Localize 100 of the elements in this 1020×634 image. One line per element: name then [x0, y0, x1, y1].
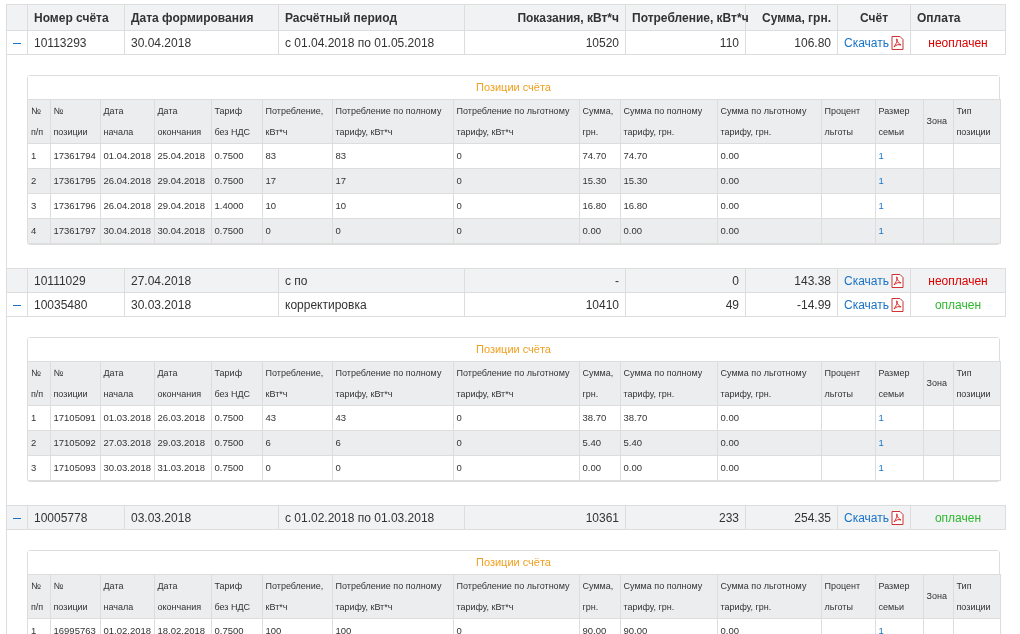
- family-size-link[interactable]: 1: [875, 455, 923, 481]
- column-header: № п/п: [28, 99, 50, 144]
- table-cell: 38.70: [620, 405, 717, 431]
- table-cell: 6: [332, 430, 453, 456]
- column-header: Тип позиции: [953, 574, 1000, 619]
- table-cell: 0.7500: [211, 218, 262, 244]
- table-cell: 0: [262, 218, 332, 244]
- table-cell: 10: [332, 193, 453, 219]
- table-cell: 0.00: [717, 455, 821, 481]
- table-cell: 0.00: [579, 218, 620, 244]
- column-header: Потребление, кВт*ч: [262, 99, 332, 144]
- table-cell: 254.35: [745, 505, 838, 530]
- column-header: № позиции: [50, 574, 100, 619]
- table-cell: 17105091: [50, 405, 100, 431]
- table-cell: 0: [453, 405, 579, 431]
- table-cell: 15.30: [579, 168, 620, 194]
- table-cell: 0: [453, 143, 579, 169]
- column-header: Номер счёта: [27, 4, 125, 31]
- column-header: Сумма по полному тарифу, грн.: [620, 99, 717, 144]
- family-size-link[interactable]: 1: [875, 430, 923, 456]
- column-header: Дата начала: [100, 574, 154, 619]
- table-cell: 01.04.2018: [100, 143, 154, 169]
- payment-status: неоплачен: [928, 273, 988, 288]
- collapse-icon[interactable]: [13, 517, 21, 520]
- table-cell: 43: [332, 405, 453, 431]
- table-cell: 0.00: [620, 218, 717, 244]
- table-cell: 38.70: [579, 405, 620, 431]
- table-cell: 1.4000: [211, 193, 262, 219]
- column-header: Оплата: [910, 4, 1006, 31]
- column-header: № п/п: [28, 361, 50, 406]
- column-header: № п/п: [28, 574, 50, 619]
- table-cell: 10520: [464, 30, 626, 55]
- table-cell: 43: [262, 405, 332, 431]
- table-cell: 1: [28, 618, 50, 634]
- table-cell: 10113293: [27, 30, 125, 55]
- table-cell: 17361795: [50, 168, 100, 194]
- table-cell: 0: [453, 193, 579, 219]
- table-cell: 0.00: [717, 193, 821, 219]
- family-size-link[interactable]: 1: [875, 405, 923, 431]
- collapse-icon[interactable]: [13, 42, 21, 45]
- table-cell: 26.04.2018: [100, 168, 154, 194]
- table-cell: -14.99: [745, 292, 838, 317]
- table-cell: 6: [262, 430, 332, 456]
- table-cell: 0: [453, 430, 579, 456]
- table-cell: 74.70: [579, 143, 620, 169]
- column-header: Процент льготы: [821, 99, 875, 144]
- table-cell: 30.03.2018: [100, 455, 154, 481]
- column-header: Размер семьи: [875, 574, 923, 619]
- family-size-link[interactable]: 1: [875, 218, 923, 244]
- column-header: Счёт: [837, 4, 911, 31]
- pdf-file-icon: [891, 510, 904, 525]
- payment-status: неоплачен: [928, 35, 988, 50]
- table-cell: 30.03.2018: [124, 292, 279, 317]
- table-cell: 0: [453, 455, 579, 481]
- table-cell: 74.70: [620, 143, 717, 169]
- column-header: Тариф без НДС: [211, 99, 262, 144]
- table-cell: 110: [625, 30, 746, 55]
- column-header: Сумма по полному тарифу, грн.: [620, 361, 717, 406]
- column-header: Тариф без НДС: [211, 574, 262, 619]
- column-header: Сумма, грн.: [579, 361, 620, 406]
- table-cell: 15.30: [620, 168, 717, 194]
- column-header: Сумма по льготному тарифу, грн.: [717, 361, 821, 406]
- table-cell: 16.80: [579, 193, 620, 219]
- column-header: Дата начала: [100, 99, 154, 144]
- column-header: Потребление, кВт*ч: [262, 574, 332, 619]
- table-cell: 10005778: [27, 505, 125, 530]
- column-header: Сумма, грн.: [579, 99, 620, 144]
- column-header: Процент льготы: [821, 361, 875, 406]
- table-cell: 1: [28, 405, 50, 431]
- table-cell: 106.80: [745, 30, 838, 55]
- collapse-icon[interactable]: [13, 304, 21, 307]
- payment-status: оплачен: [934, 297, 982, 312]
- column-header: Тип позиции: [953, 361, 1000, 406]
- column-header: Тип позиции: [953, 99, 1000, 144]
- table-cell: 3: [28, 193, 50, 219]
- table-cell: 0: [332, 455, 453, 481]
- column-header: Дата окончания: [154, 361, 211, 406]
- column-header: Процент льготы: [821, 574, 875, 619]
- table-cell: 10361: [464, 505, 626, 530]
- table-cell: 3: [28, 455, 50, 481]
- table-cell: 0.00: [579, 455, 620, 481]
- table-cell: 27.03.2018: [100, 430, 154, 456]
- table-cell: 0.7500: [211, 430, 262, 456]
- column-header: Зона: [923, 574, 953, 619]
- table-cell: 83: [332, 143, 453, 169]
- family-size-link[interactable]: 1: [875, 168, 923, 194]
- column-header: Показания, кВт*ч: [464, 4, 626, 31]
- table-cell: 10111029: [27, 268, 125, 293]
- table-cell: 26.04.2018: [100, 193, 154, 219]
- table-cell: -: [464, 268, 626, 293]
- family-size-link[interactable]: 1: [875, 143, 923, 169]
- family-size-link[interactable]: 1: [875, 193, 923, 219]
- table-cell: с по: [278, 268, 465, 293]
- table-cell: 17361794: [50, 143, 100, 169]
- column-header: Потребление по льготному тарифу, кВт*ч: [453, 361, 579, 406]
- table-cell: 10035480: [27, 292, 125, 317]
- table-cell: 1: [28, 143, 50, 169]
- table-cell: 0: [625, 268, 746, 293]
- table-cell: 0: [332, 218, 453, 244]
- table-cell: 17361796: [50, 193, 100, 219]
